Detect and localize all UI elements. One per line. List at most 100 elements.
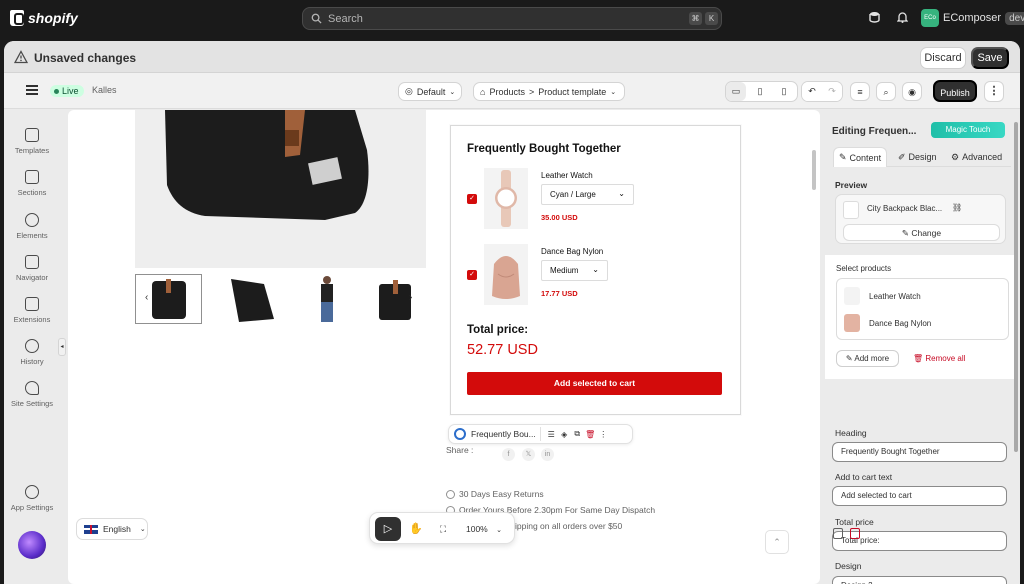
product-2-variant: Medium (550, 266, 579, 275)
nav-app-settings[interactable]: App Settings (4, 485, 60, 512)
tablet-icon[interactable]: ▯ (750, 82, 770, 101)
heading-input[interactable]: Frequently Bought Together (832, 442, 1007, 462)
nav-navigator[interactable]: Navigator (4, 255, 60, 282)
tab-content[interactable]: ✎ Content (833, 147, 888, 167)
design-select[interactable]: Design 2 (832, 576, 1007, 584)
shopify-logo[interactable]: shopify (10, 10, 78, 26)
mobile-icon[interactable]: ▯ (774, 82, 794, 101)
share-label: Share : (446, 445, 474, 455)
tab-advanced[interactable]: ⚙ Advanced (946, 147, 1007, 167)
delete-icon[interactable]: 🗑 (584, 430, 597, 439)
desktop-icon[interactable]: ▭ (726, 82, 746, 101)
redo-icon[interactable]: ↷ (822, 82, 842, 101)
tab-design[interactable]: ✐ Design (893, 147, 942, 167)
preview-eye-icon[interactable]: ◉ (902, 82, 922, 101)
product-1-variant-select[interactable]: Cyan / Large ⌄ (541, 184, 634, 205)
chevron-down-icon: ⌄ (449, 88, 456, 96)
tag-icon: ⌂ (480, 86, 486, 97)
publish-button[interactable]: Publish (933, 80, 977, 102)
template-breadcrumb[interactable]: ⌂ Products > Product template ⌄ (473, 82, 625, 101)
select-cursor-icon[interactable]: ▷ (375, 517, 401, 541)
breadcrumb-products: Products (489, 86, 525, 97)
elements-icon (25, 213, 39, 227)
remove-all-button[interactable]: 🗑 Remove all (913, 354, 965, 363)
fit-screen-icon[interactable]: ⛶ (430, 517, 456, 541)
preview-product-box: City Backpack Blac... ⛓ ✎ Change (835, 194, 1006, 244)
undo-icon[interactable]: ↶ (802, 82, 822, 101)
settings-sliders-icon[interactable]: ≡ (850, 82, 870, 101)
thumb-prev-icon[interactable]: ‹ (145, 292, 148, 303)
change-product-button[interactable]: ✎ Change (843, 224, 1000, 241)
duplicate-icon[interactable]: ⧉ (571, 429, 584, 439)
thumbnail-2[interactable] (219, 274, 286, 324)
bell-icon[interactable] (894, 11, 910, 27)
add-more-button[interactable]: ✎ Add more (836, 350, 899, 367)
more-options-icon[interactable]: ⋮ (984, 81, 1004, 102)
total-price-label: Total price: (467, 324, 529, 336)
watch-thumb (844, 287, 860, 305)
trash-icon[interactable] (850, 528, 860, 539)
undo-redo-group: ↶ ↷ (801, 81, 843, 102)
layers-icon[interactable]: ◈ (558, 430, 571, 439)
save-bar: Unsaved changes Discard Save (4, 41, 1020, 73)
pencil-icon: ✎ (901, 228, 912, 238)
template-default-select[interactable]: ◎ Default ⌄ (398, 82, 463, 101)
magic-touch-button[interactable]: Magic Touch (931, 122, 1005, 138)
product-2-price: 17.77 USD (541, 289, 578, 298)
nav-sections[interactable]: Sections (4, 170, 60, 197)
selected-product-1[interactable]: Leather Watch (844, 287, 921, 305)
thumb-next-icon[interactable]: › (409, 292, 412, 303)
preview-canvas: ‹ › Share : f 𝕏 in 30 Days Easy Returns … (68, 110, 820, 584)
store-dev-badge: dev (1005, 11, 1024, 25)
database-icon[interactable] (866, 11, 882, 27)
add-selected-to-cart-button[interactable]: Add selected to cart (467, 372, 722, 395)
nav-extensions[interactable]: Extensions (4, 297, 60, 324)
list-icon[interactable]: ☰ (545, 430, 558, 439)
menu-icon[interactable] (26, 85, 38, 95)
product-2-variant-select[interactable]: Medium ⌄ (541, 260, 608, 281)
nav-history-label: History (20, 357, 44, 366)
canvas-mode-toolbar: ▷ ✋ ⛶ 100% ⌄ (369, 512, 515, 544)
canvas-scrollbar[interactable] (812, 150, 816, 190)
assistant-avatar-icon[interactable] (18, 531, 46, 559)
chevron-down-icon: ⌄ (610, 88, 617, 96)
total-price-value: 52.77 USD (467, 342, 538, 358)
copy-icon[interactable] (833, 528, 843, 539)
language-selector[interactable]: English ⌄ (76, 518, 148, 540)
panel-scrollbar[interactable] (1014, 122, 1018, 452)
scroll-top-icon[interactable]: ⌃ (765, 530, 789, 554)
templates-icon (25, 128, 39, 142)
product-2-checkbox[interactable]: ✓ (467, 270, 477, 280)
brush-icon: ✐ (898, 151, 906, 162)
discard-button[interactable]: Discard (920, 47, 966, 69)
thumbnail-4[interactable] (371, 274, 438, 324)
globe-icon: ◎ (405, 86, 413, 96)
collapse-sidebar-handle[interactable]: ◂ (58, 338, 66, 356)
hand-pan-icon[interactable]: ✋ (403, 517, 429, 541)
nav-site-settings[interactable]: Site Settings (4, 381, 60, 408)
search-bar[interactable]: Search ⌘ K (302, 7, 722, 30)
store-switcher[interactable]: ECo EComposer dev (921, 9, 1024, 27)
nav-templates[interactable]: Templates (4, 128, 60, 155)
selected-product-2-name: Dance Bag Nylon (869, 318, 932, 328)
section-more-icon[interactable]: ⋮ (597, 430, 610, 439)
selected-products-list: Leather Watch Dance Bag Nylon (836, 278, 1009, 340)
facebook-icon[interactable]: f (502, 448, 515, 461)
seo-search-icon[interactable]: ⌕ (876, 82, 896, 101)
x-twitter-icon[interactable]: 𝕏 (522, 448, 535, 461)
section-label[interactable]: Frequently Bou... (471, 429, 536, 439)
selected-product-2[interactable]: Dance Bag Nylon (844, 314, 931, 332)
zoom-select[interactable]: 100% ⌄ (460, 517, 510, 541)
shopify-topbar: shopify Search ⌘ K ECo EComposer dev (0, 0, 1024, 38)
nav-elements-label: Elements (16, 231, 48, 240)
product-1-checkbox[interactable]: ✓ (467, 194, 477, 204)
nav-history[interactable]: History (4, 339, 60, 366)
nav-elements[interactable]: Elements (4, 213, 60, 240)
save-button[interactable]: Save (971, 47, 1009, 69)
bag-thumb (844, 314, 860, 332)
thumbnail-3[interactable] (293, 274, 360, 324)
link-icon[interactable]: ⛓ (952, 203, 962, 212)
toolbar-separator (539, 427, 541, 441)
cart-text-input[interactable]: Add selected to cart (832, 486, 1007, 506)
linkedin-icon[interactable]: in (541, 448, 554, 461)
